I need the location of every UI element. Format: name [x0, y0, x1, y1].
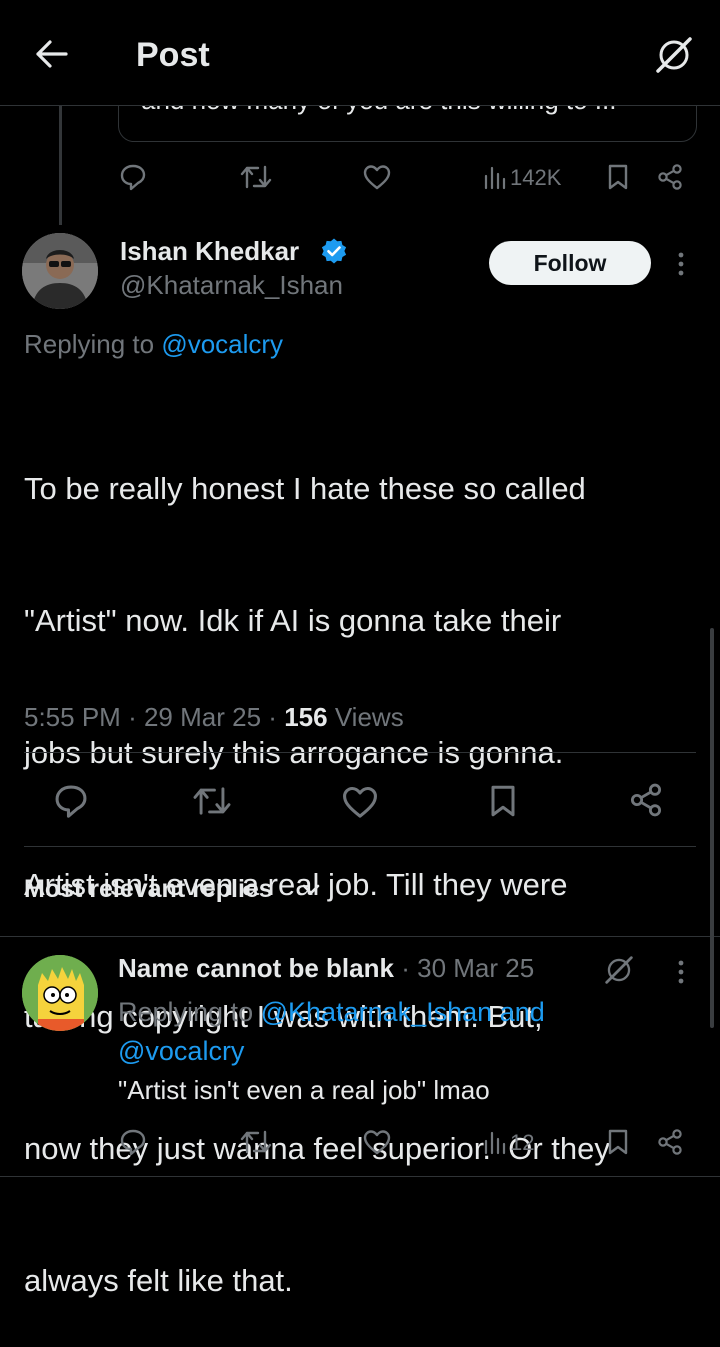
- page-title: Post: [136, 36, 210, 74]
- replying-prefix: Replying to: [118, 997, 254, 1027]
- replying-and[interactable]: and: [500, 997, 545, 1027]
- post-body: To be really honest I hate these so call…: [24, 379, 610, 1347]
- author-name[interactable]: Ishan Khedkar: [120, 236, 299, 267]
- reply-text: "Artist isn't even a real job" lmao: [118, 1075, 490, 1105]
- post-views-label[interactable]: Views: [335, 702, 404, 732]
- meta-separator: ·: [401, 953, 410, 983]
- header: Post: [0, 0, 720, 106]
- replying-prefix: Replying to: [24, 329, 155, 359]
- reply-replying-to: Replying to @Khatarnak_Ishan and @vocalc…: [118, 993, 678, 1071]
- meta-separator: ·: [268, 702, 277, 732]
- author-handle[interactable]: @Khatarnak_Ishan: [120, 270, 343, 301]
- reply-icon[interactable]: [118, 162, 148, 192]
- divider: [0, 1176, 720, 1177]
- divider: [0, 936, 720, 937]
- verified-badge-icon: [320, 237, 348, 265]
- reply-icon[interactable]: [118, 1127, 148, 1157]
- thread-line: [59, 105, 62, 225]
- post-body-line: always felt like that.: [24, 1263, 293, 1298]
- repost-icon[interactable]: [240, 1128, 272, 1156]
- grok-icon[interactable]: [652, 33, 696, 77]
- post-time: 5:55 PM: [24, 702, 121, 732]
- more-options-icon[interactable]: [676, 250, 686, 278]
- reply-date[interactable]: 30 Mar 25: [417, 953, 534, 983]
- repost-icon[interactable]: [240, 163, 272, 191]
- replying-handle-link[interactable]: @Khatarnak_Ishan: [261, 997, 493, 1027]
- replying-handle-link[interactable]: @vocalcry: [161, 329, 283, 359]
- meta-separator: ·: [128, 702, 137, 732]
- author-avatar[interactable]: [22, 233, 98, 309]
- share-icon[interactable]: [656, 163, 684, 191]
- reply-author-name[interactable]: Name cannot be blank: [118, 953, 394, 983]
- post-body-line: jobs but surely this arrogance is gonna.: [24, 735, 564, 770]
- like-icon[interactable]: [362, 1128, 392, 1156]
- follow-button[interactable]: Follow: [489, 241, 651, 285]
- post-meta: 5:55 PM · 29 Mar 25 · 156 Views: [24, 702, 404, 733]
- divider: [24, 752, 696, 753]
- reply-author-avatar[interactable]: [22, 955, 98, 1031]
- share-icon[interactable]: [628, 782, 664, 818]
- like-icon[interactable]: [362, 163, 392, 191]
- grok-icon[interactable]: [602, 953, 636, 987]
- reply-icon[interactable]: [52, 782, 90, 820]
- post-body-line: "Artist" now. Idk if AI is gonna take th…: [24, 603, 562, 638]
- views-count: 142K: [510, 165, 562, 190]
- divider: [24, 846, 696, 847]
- like-icon[interactable]: [340, 784, 380, 820]
- post-body-line: To be really honest I hate these so call…: [24, 471, 586, 506]
- replying-handle-link[interactable]: @vocalcry: [118, 1036, 244, 1066]
- repost-icon[interactable]: [192, 784, 232, 818]
- chevron-down-icon[interactable]: [300, 882, 322, 898]
- more-options-icon[interactable]: [676, 958, 686, 986]
- views-icon[interactable]: [484, 164, 508, 190]
- back-arrow-icon[interactable]: [34, 38, 70, 70]
- views-icon[interactable]: [484, 1129, 508, 1155]
- author-name-text: Ishan Khedkar: [120, 236, 300, 266]
- views-count: 12: [510, 1130, 535, 1155]
- replies-sort-label: Most relevant replies: [24, 875, 273, 903]
- bookmark-icon[interactable]: [606, 163, 630, 191]
- bookmark-icon[interactable]: [488, 783, 518, 819]
- scrollbar-thumb[interactable]: [710, 628, 714, 1028]
- post-date: 29 Mar 25: [143, 702, 262, 732]
- bookmark-icon[interactable]: [606, 1128, 630, 1156]
- reply-header: Name cannot be blank · 30 Mar 25: [118, 953, 534, 984]
- share-icon[interactable]: [656, 1128, 684, 1156]
- post-views-count: 156: [284, 702, 328, 732]
- replying-to: Replying to @vocalcry: [24, 329, 283, 360]
- replies-sort-dropdown[interactable]: Most relevant replies: [24, 875, 273, 904]
